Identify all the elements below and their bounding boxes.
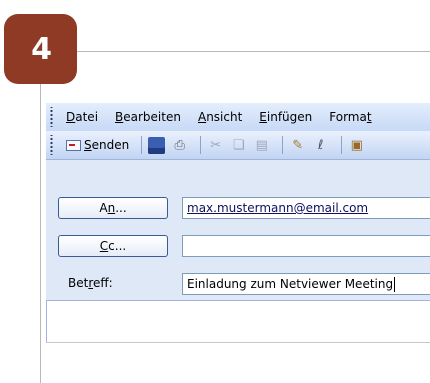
toolbar-separator	[341, 136, 343, 154]
attach-icon[interactable]: ℓ	[312, 137, 329, 154]
toolbar-separator	[141, 136, 143, 154]
to-button[interactable]: An...	[58, 197, 168, 219]
cc-row: Cc...	[46, 235, 430, 259]
email-compose-window: Datei Bearbeiten Ansicht Einfügen Format…	[46, 103, 430, 383]
address-book-icon[interactable]: ▣	[348, 137, 365, 154]
menubar-grip[interactable]	[49, 107, 56, 127]
cut-icon[interactable]: ✂	[207, 137, 224, 154]
message-header: An... max.mustermann@email.com Cc... Bet…	[46, 160, 430, 300]
send-envelope-icon	[66, 139, 81, 151]
subject-field[interactable]: Einladung zum Netviewer Meeting	[182, 273, 430, 295]
toolbar-separator	[282, 136, 284, 154]
menu-ansicht[interactable]: Ansicht	[198, 110, 242, 124]
subject-row: Betreff: Einladung zum Netviewer Meeting	[46, 273, 430, 297]
print-icon[interactable]: ⎙	[171, 137, 188, 154]
frame-top-divider	[77, 51, 430, 52]
body-bottom-divider	[46, 342, 430, 343]
text-cursor	[394, 277, 396, 292]
menu-datei[interactable]: Datei	[66, 110, 98, 124]
send-button[interactable]: Senden	[66, 138, 129, 152]
menu-format[interactable]: Format	[329, 110, 371, 124]
menu-bearbeiten[interactable]: Bearbeiten	[115, 110, 181, 124]
step-number-badge: 4	[4, 14, 77, 84]
paste-icon[interactable]: ▤	[253, 137, 270, 154]
subject-label: Betreff:	[68, 276, 113, 290]
save-icon[interactable]	[148, 136, 166, 154]
menu-einfuegen[interactable]: Einfügen	[259, 110, 312, 124]
menu-bar: Datei Bearbeiten Ansicht Einfügen Format	[46, 103, 430, 131]
cc-field[interactable]	[182, 235, 430, 257]
cc-button[interactable]: Cc...	[58, 235, 168, 257]
send-label: Senden	[84, 138, 130, 152]
message-body[interactable]	[46, 300, 430, 342]
copy-icon[interactable]: ❏	[230, 137, 247, 154]
page: 4 Datei Bearbeiten Ansicht Einfügen Form…	[0, 0, 430, 383]
toolbar-separator	[200, 136, 202, 154]
to-address: max.mustermann@email.com	[187, 201, 369, 215]
frame-left-divider	[40, 84, 41, 383]
standard-toolbar: Senden ⎙ ✂ ❏ ▤ ✎ ℓ ▣	[46, 131, 430, 160]
subject-text: Einladung zum Netviewer Meeting	[187, 277, 394, 291]
to-row: An... max.mustermann@email.com	[46, 197, 430, 221]
toolbar-grip[interactable]	[49, 135, 56, 155]
to-field[interactable]: max.mustermann@email.com	[182, 197, 430, 219]
signature-icon[interactable]: ✎	[289, 137, 306, 154]
